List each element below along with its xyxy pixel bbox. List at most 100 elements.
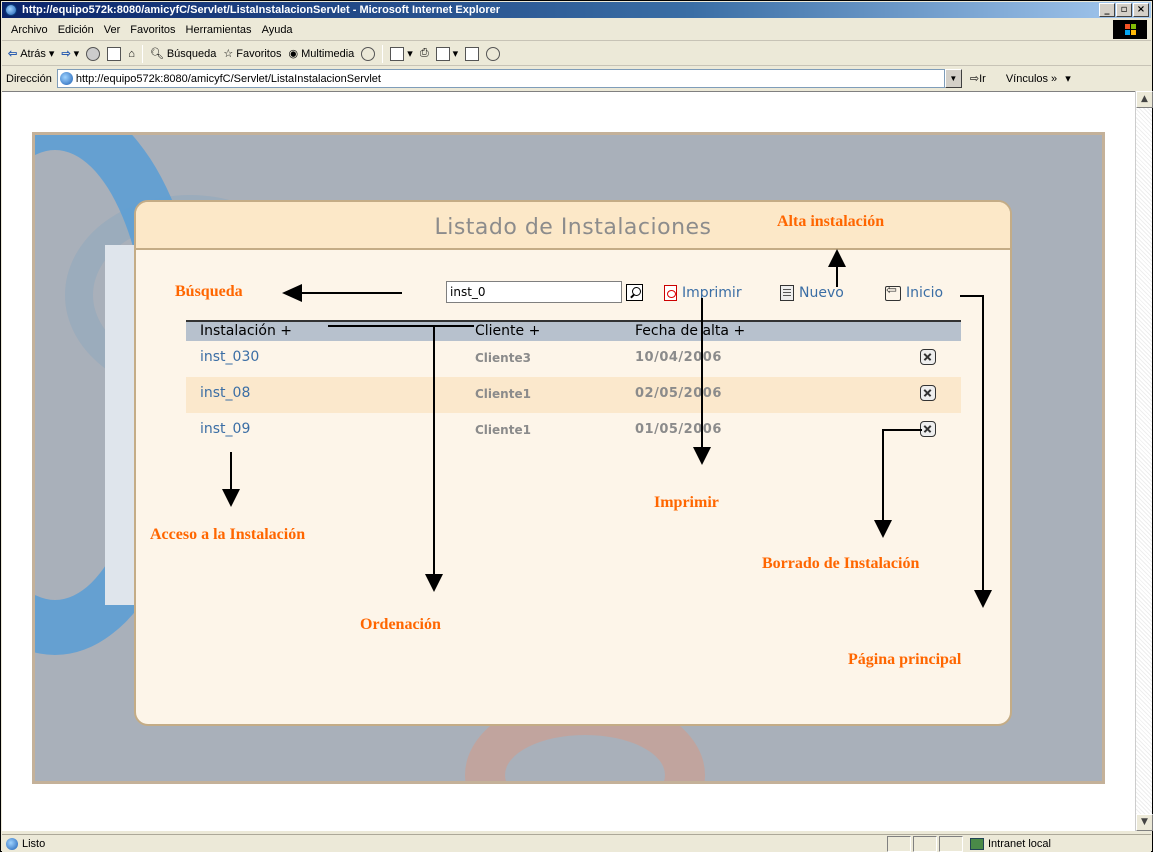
status-cell: [887, 836, 911, 852]
sort-instalacion[interactable]: Instalación +: [200, 323, 292, 339]
arrow-line: [982, 295, 984, 591]
menu-edicion[interactable]: Edición: [53, 24, 99, 36]
discuss-icon: [465, 46, 480, 61]
magnifier-icon: 🔍︎: [149, 48, 164, 60]
sort-cliente[interactable]: Cliente +: [475, 323, 540, 339]
table-row: inst_08 Cliente1 02/05/2006: [186, 377, 961, 413]
date-cell: 02/05/2006: [635, 386, 722, 401]
menu-ver[interactable]: Ver: [99, 24, 126, 36]
delete-icon[interactable]: [920, 385, 936, 401]
menu-favoritos[interactable]: Favoritos: [125, 24, 180, 36]
table-header: Instalación + Cliente + Fecha de alta +: [186, 320, 961, 341]
client-cell: Cliente1: [475, 387, 531, 401]
history-button[interactable]: [359, 46, 377, 61]
messenger-icon: [486, 46, 501, 61]
ie-icon: [5, 4, 17, 16]
arrow-down-icon: [974, 590, 992, 608]
pdf-icon: [664, 285, 677, 301]
arrow-down-icon: [222, 489, 240, 507]
annotation-busqueda: Búsqueda: [175, 283, 243, 300]
minimize-button[interactable]: _: [1099, 3, 1115, 17]
arrow-line: [882, 429, 884, 521]
status-cell: [913, 836, 937, 852]
window-title: http://equipo572k:8080/amicyfC/Servlet/L…: [22, 4, 501, 16]
annotation-acceso: Acceso a la Instalación: [150, 526, 306, 543]
new-button[interactable]: Nuevo: [780, 285, 844, 301]
delete-icon[interactable]: [920, 349, 936, 365]
page-status-icon: [6, 838, 18, 850]
sort-fecha[interactable]: Fecha de alta +: [635, 323, 745, 339]
arrow-line: [701, 298, 703, 448]
arrow-left-icon: [282, 284, 302, 302]
standard-toolbar: ⇦ Atrás ▾ ⇨ ▾ ⌂ 🔍︎ Búsqueda ☆ Favoritos ◉ Mu…: [2, 42, 1151, 66]
arrow-line: [836, 266, 838, 287]
house-icon: ⌂: [128, 47, 135, 60]
arrow-line: [960, 295, 984, 297]
forward-button[interactable]: ⇨ ▾: [59, 47, 81, 60]
installation-link[interactable]: inst_08: [200, 385, 250, 401]
edit-toolbar-button[interactable]: ▾: [434, 46, 461, 61]
annotation-alta: Alta instalación: [777, 213, 885, 230]
home-button[interactable]: ⌂: [126, 48, 137, 60]
refresh-button[interactable]: [105, 46, 123, 61]
annotation-imprimir: Imprimir: [654, 494, 719, 511]
links-extra-icon[interactable]: ▾: [1065, 72, 1071, 85]
arrow-down-icon: [693, 447, 711, 465]
home-icon: [885, 283, 901, 301]
home-link[interactable]: Inicio: [885, 283, 943, 301]
client-cell: Cliente1: [475, 423, 531, 437]
mail-icon: [390, 46, 405, 61]
go-button[interactable]: ⇨Ir: [970, 72, 986, 85]
multimedia-toolbar-button[interactable]: ◉ Multimedia: [286, 47, 356, 61]
messenger-button[interactable]: [484, 46, 502, 61]
arrow-down-icon: [874, 520, 892, 538]
arrow-line: [882, 429, 922, 431]
zone-indicator: Intranet local: [968, 835, 1051, 852]
stop-button[interactable]: [84, 46, 102, 61]
menu-ayuda[interactable]: Ayuda: [257, 24, 298, 36]
listing-panel: Listado de Instalaciones: [134, 200, 1012, 726]
arrow-down-icon: [425, 574, 443, 592]
refresh-icon: [107, 46, 122, 61]
stop-icon: [86, 46, 101, 61]
word-icon: [435, 46, 450, 61]
arrow-line: [230, 452, 232, 490]
menu-archivo[interactable]: Archivo: [6, 24, 53, 36]
media-icon: ◉: [288, 48, 299, 60]
links-button[interactable]: Vínculos »: [1006, 73, 1057, 85]
scroll-up-button[interactable]: ▲: [1136, 91, 1153, 108]
star-icon: ☆: [223, 48, 234, 60]
address-url: http://equipo572k:8080/amicyfC/Servlet/L…: [75, 72, 381, 85]
maximize-button[interactable]: ▫: [1116, 3, 1132, 17]
search-input[interactable]: inst_0: [446, 281, 622, 303]
toolbar-separator: [382, 44, 384, 63]
toolbar-separator: [141, 44, 143, 63]
address-label: Dirección: [6, 72, 52, 85]
delete-icon[interactable]: [920, 421, 936, 437]
address-dropdown[interactable]: ▼: [944, 69, 962, 88]
table-row: inst_030 Cliente3 10/04/2006: [186, 341, 961, 377]
intranet-icon: [970, 838, 984, 850]
installation-link[interactable]: inst_09: [200, 421, 250, 437]
scroll-down-button[interactable]: ▼: [1136, 814, 1153, 831]
vertical-scrollbar[interactable]: ▲ ▼: [1135, 91, 1153, 831]
close-button[interactable]: ×: [1133, 3, 1149, 17]
status-text: Listo: [22, 838, 46, 850]
search-icon[interactable]: [626, 284, 643, 301]
client-cell: Cliente3: [475, 351, 531, 365]
page-icon: [59, 72, 73, 85]
installation-link[interactable]: inst_030: [200, 349, 259, 365]
back-arrow-icon: ⇦: [8, 48, 18, 60]
search-toolbar-button[interactable]: 🔍︎ Búsqueda: [148, 47, 219, 61]
history-icon: [361, 46, 376, 61]
arrow-up-icon: [828, 249, 846, 267]
favorites-toolbar-button[interactable]: ☆ Favoritos: [221, 47, 283, 61]
menu-herramientas[interactable]: Herramientas: [181, 24, 257, 36]
discuss-button[interactable]: [463, 46, 481, 61]
menu-bar: Archivo Edición Ver Favoritos Herramient…: [2, 19, 1151, 41]
status-cell: [939, 836, 963, 852]
print-toolbar-button[interactable]: ⎙: [418, 47, 431, 60]
mail-button[interactable]: ▾: [388, 46, 415, 61]
address-input[interactable]: http://equipo572k:8080/amicyfC/Servlet/L…: [56, 69, 945, 88]
back-button[interactable]: ⇦ Atrás ▾: [6, 47, 56, 61]
